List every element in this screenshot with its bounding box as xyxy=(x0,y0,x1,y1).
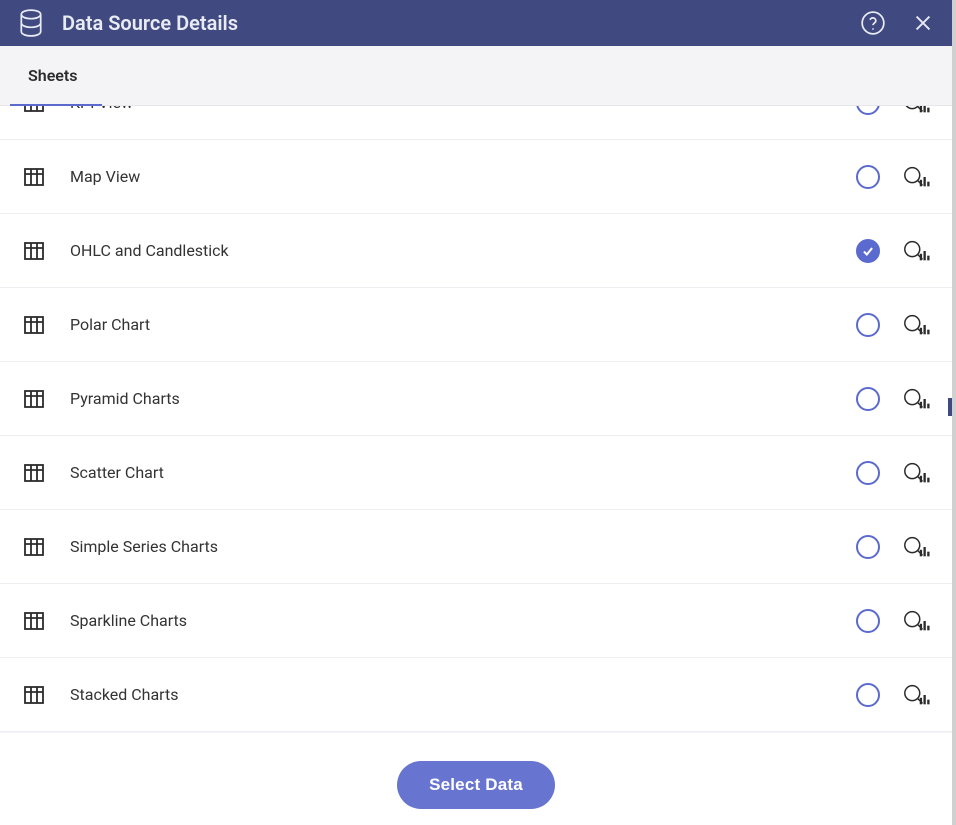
table-icon xyxy=(22,106,48,115)
sheet-label: Simple Series Charts xyxy=(70,537,856,556)
select-radio[interactable] xyxy=(856,387,880,411)
sheet-list[interactable]: KPI View Map View OHLC and Candlestick xyxy=(0,106,952,745)
database-icon xyxy=(18,9,44,37)
select-radio[interactable] xyxy=(856,535,880,559)
help-icon[interactable] xyxy=(860,10,886,36)
tab-sheets[interactable]: Sheets xyxy=(0,46,106,105)
select-radio[interactable] xyxy=(856,165,880,189)
preview-data-icon[interactable] xyxy=(902,106,930,116)
preview-data-icon[interactable] xyxy=(902,682,930,708)
preview-data-icon[interactable] xyxy=(902,238,930,264)
table-icon xyxy=(22,461,48,485)
sheet-row[interactable]: KPI View xyxy=(0,106,952,140)
sheet-label: KPI View xyxy=(70,106,856,112)
sheet-label: Pyramid Charts xyxy=(70,389,856,408)
select-radio[interactable] xyxy=(856,683,880,707)
sheet-label: Map View xyxy=(70,167,856,186)
sheet-row[interactable]: Simple Series Charts xyxy=(0,510,952,584)
sheet-row[interactable]: Polar Chart xyxy=(0,288,952,362)
sheet-row[interactable]: Pyramid Charts xyxy=(0,362,952,436)
preview-data-icon[interactable] xyxy=(902,460,930,486)
select-radio[interactable] xyxy=(856,313,880,337)
close-icon[interactable] xyxy=(912,12,934,34)
table-icon xyxy=(22,313,48,337)
sheet-row[interactable]: Stacked Charts xyxy=(0,658,952,732)
sheet-row[interactable]: Scatter Chart xyxy=(0,436,952,510)
preview-data-icon[interactable] xyxy=(902,608,930,634)
sheet-label: Sparkline Charts xyxy=(70,611,856,630)
table-icon xyxy=(22,387,48,411)
sheet-label: Scatter Chart xyxy=(70,463,856,482)
sheet-row[interactable]: OHLC and Candlestick xyxy=(0,214,952,288)
table-icon xyxy=(22,683,48,707)
preview-data-icon[interactable] xyxy=(902,386,930,412)
select-radio[interactable] xyxy=(856,609,880,633)
sheet-row[interactable]: Sparkline Charts xyxy=(0,584,952,658)
select-radio[interactable] xyxy=(856,239,880,263)
sheet-label: OHLC and Candlestick xyxy=(70,241,856,260)
table-icon xyxy=(22,609,48,633)
scrollbar-thumb[interactable] xyxy=(948,398,952,416)
preview-data-icon[interactable] xyxy=(902,312,930,338)
select-data-button[interactable]: Select Data xyxy=(397,761,555,809)
sheet-label: Stacked Charts xyxy=(70,685,856,704)
tabs-bar: Sheets xyxy=(0,46,952,106)
select-radio[interactable] xyxy=(856,106,880,115)
dialog-title: Data Source Details xyxy=(62,11,860,35)
dialog-header: Data Source Details xyxy=(0,0,952,46)
dialog-footer: Select Data xyxy=(0,745,952,825)
preview-data-icon[interactable] xyxy=(902,534,930,560)
select-radio[interactable] xyxy=(856,461,880,485)
tab-label: Sheets xyxy=(28,66,78,85)
sheet-label: Polar Chart xyxy=(70,315,856,334)
table-icon xyxy=(22,239,48,263)
list-spacer xyxy=(0,732,952,745)
preview-data-icon[interactable] xyxy=(902,164,930,190)
sheet-row[interactable]: Map View xyxy=(0,140,952,214)
table-icon xyxy=(22,535,48,559)
table-icon xyxy=(22,165,48,189)
